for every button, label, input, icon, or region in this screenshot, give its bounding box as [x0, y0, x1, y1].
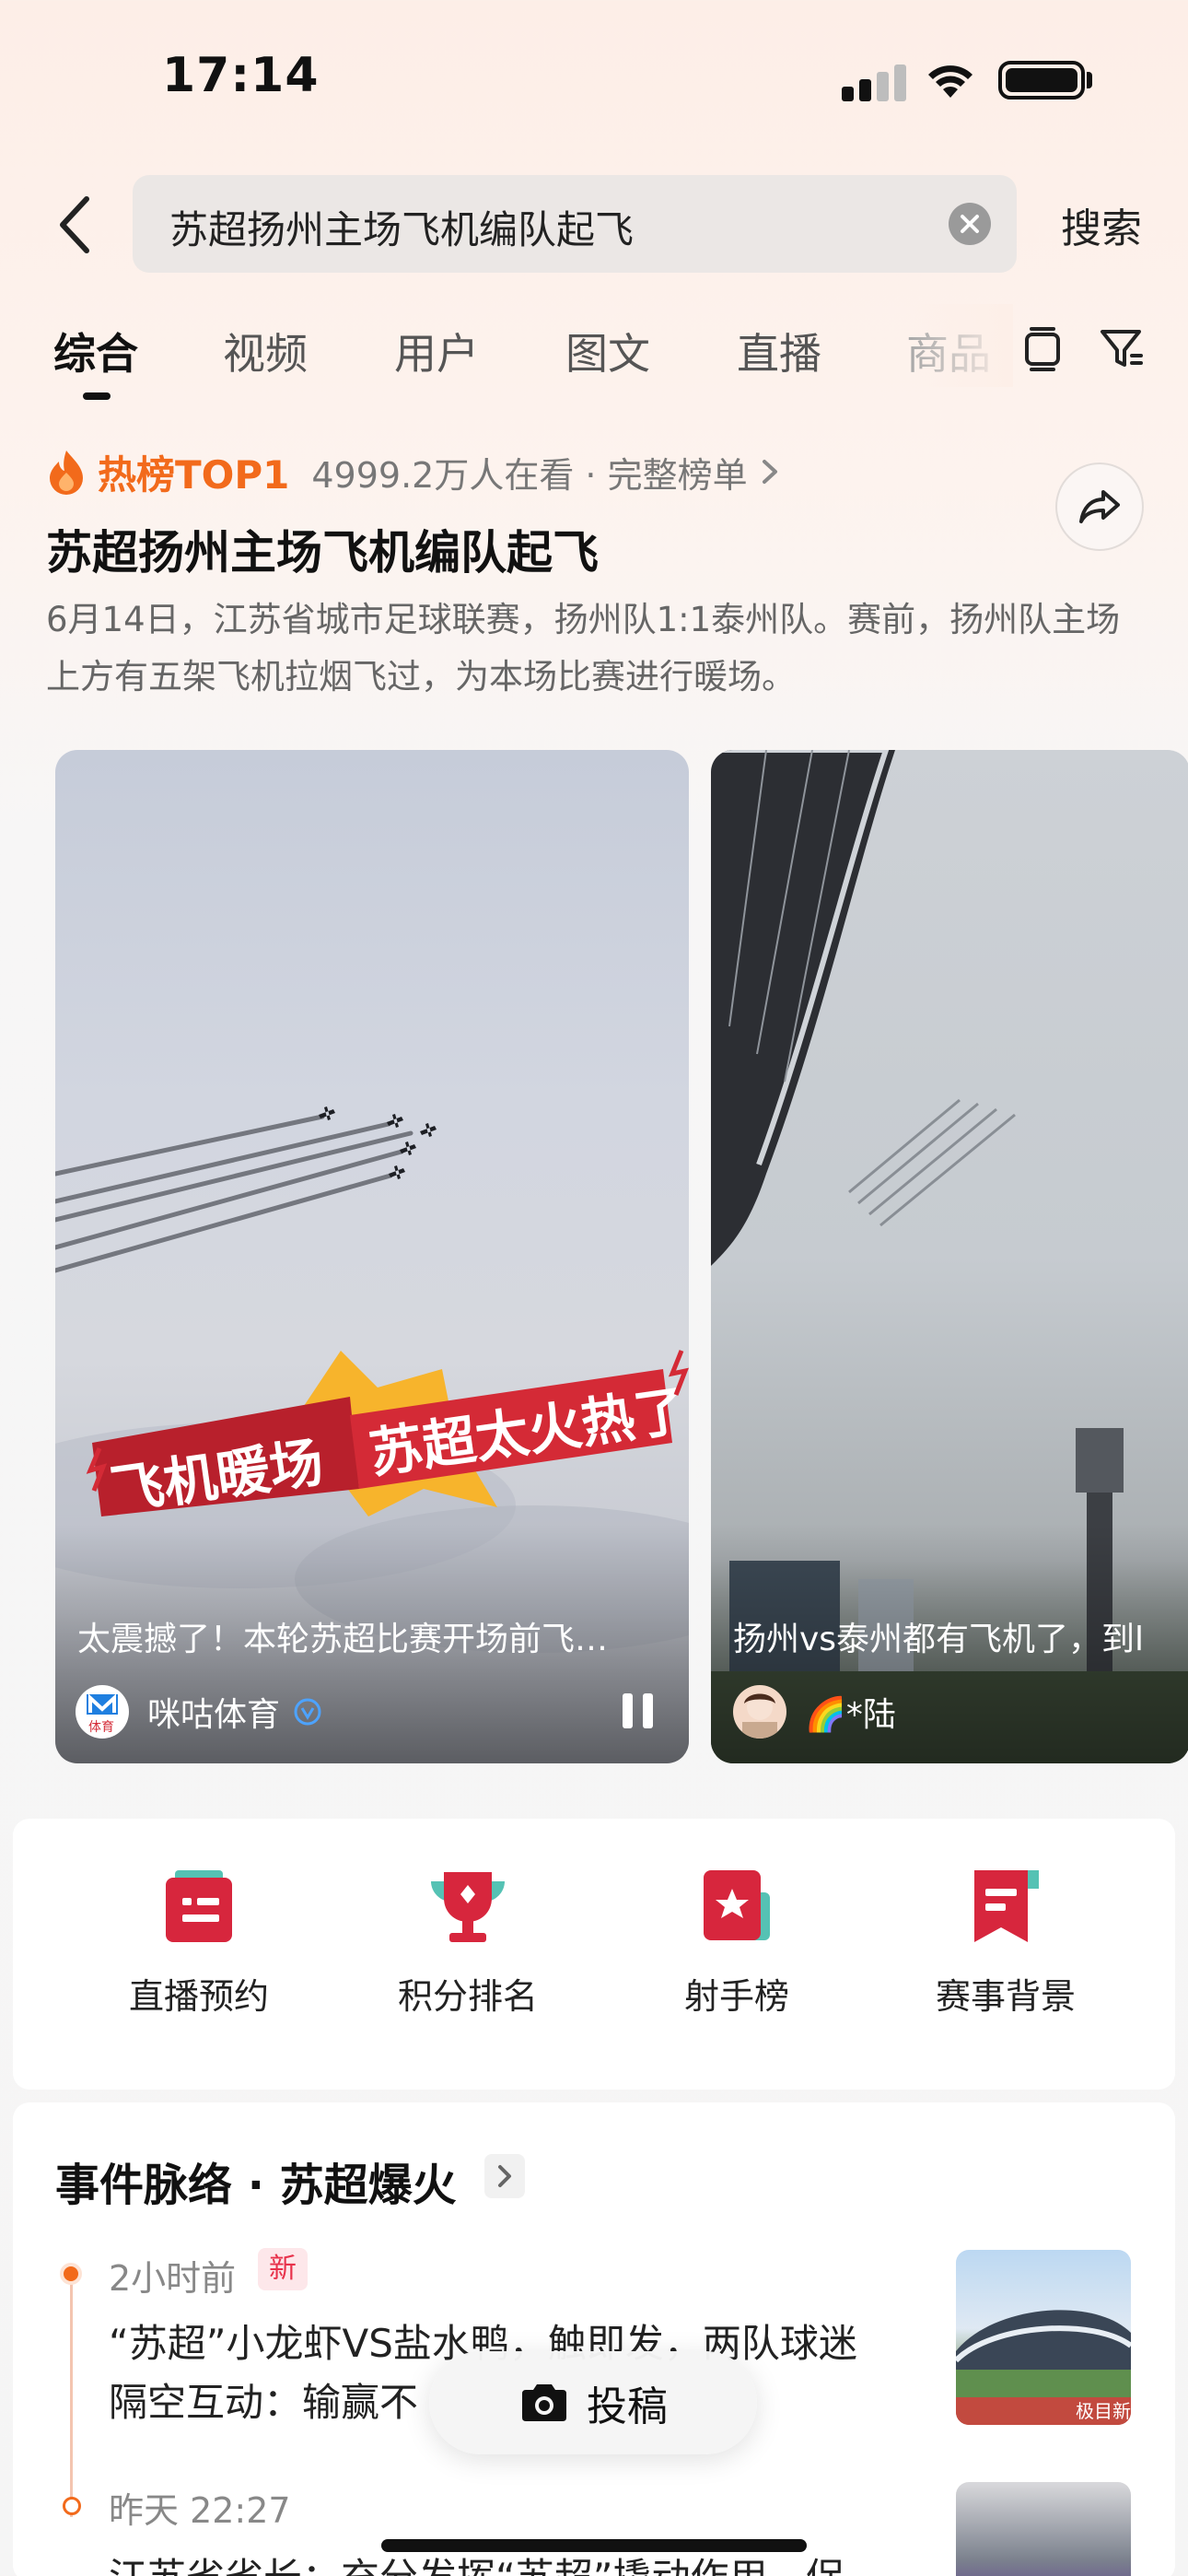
- filter-icon[interactable]: [1096, 322, 1147, 374]
- hot-rank-row[interactable]: 热榜TOP1 4999.2万人在看 · 完整榜单: [46, 444, 783, 499]
- thumbnail-watermark: 极目新: [1076, 2400, 1131, 2422]
- battery-icon: [998, 61, 1085, 100]
- status-time: 17:14: [162, 48, 320, 103]
- result-tabs: 综合 视频 用户 图文 直播 商品: [0, 304, 1188, 405]
- close-icon: [961, 215, 979, 233]
- quick-entry-label: 赛事背景: [935, 1976, 1076, 2017]
- video-caption: 扬州vs泰州都有飞机了，到l: [733, 1621, 1145, 1658]
- flame-icon: [50, 451, 83, 495]
- camera-icon: [522, 2384, 566, 2421]
- quick-entry-label: 直播预约: [128, 1976, 269, 2017]
- event-timeline-header[interactable]: 事件脉络 · 苏超爆火: [55, 2149, 457, 2213]
- post-label: 投稿: [587, 2383, 668, 2430]
- pause-button[interactable]: [623, 1693, 656, 1728]
- avatar: 体育: [76, 1685, 129, 1739]
- video-caption: 太震撼了！本轮苏超比赛开场前飞…: [77, 1621, 609, 1658]
- chevron-right-icon: [762, 460, 777, 484]
- quick-entry-standings[interactable]: 积分排名: [367, 1861, 569, 2019]
- flag-icon: [974, 1870, 1039, 1942]
- author-name: 咪咕体育: [147, 1696, 281, 1734]
- post-button[interactable]: 投稿: [429, 2351, 757, 2454]
- hot-rank-meta: 4999.2万人在看 · 完整榜单: [311, 454, 748, 496]
- timeline-line: [70, 2268, 73, 2517]
- quick-entry-label: 积分排名: [397, 1976, 538, 2017]
- event-headline[interactable]: 江苏省省长：充分发挥“苏超”撬动作用，促: [109, 2548, 938, 2576]
- share-icon: [1079, 490, 1120, 523]
- active-tab-indicator: [83, 392, 111, 400]
- wifi-icon: [928, 65, 973, 98]
- timeline-dot: [60, 2263, 82, 2285]
- search-input[interactable]: 苏超扬州主场飞机编队起飞: [133, 175, 1017, 273]
- share-button[interactable]: [1055, 463, 1144, 551]
- video-author[interactable]: 体育 咪咕体育: [76, 1684, 322, 1739]
- quick-entry-scorers[interactable]: 射手榜: [635, 1861, 838, 2019]
- video-author[interactable]: 🌈*陆: [733, 1684, 896, 1739]
- hot-rank-label: 热榜TOP1: [98, 451, 290, 498]
- event-time: 2小时前: [109, 2258, 237, 2299]
- quick-entry-label: 射手榜: [683, 1976, 789, 2017]
- chevron-right-icon: [498, 2165, 511, 2187]
- trophy-icon: [431, 1872, 505, 1942]
- author-name: 🌈*陆: [805, 1696, 896, 1734]
- tab-users[interactable]: 用户: [394, 321, 479, 381]
- video-card[interactable]: 扬州vs泰州都有飞机了，到l 🌈*陆: [711, 750, 1188, 1763]
- tab-live[interactable]: 直播: [737, 321, 821, 381]
- back-button[interactable]: [48, 182, 103, 267]
- video-card[interactable]: 飞机暖场 苏超太火热了 太震撼了！本轮苏超比赛开场前飞… 体育 咪咕体育: [55, 750, 689, 1763]
- tab-articles[interactable]: 图文: [565, 321, 650, 381]
- new-badge: 新: [258, 2248, 308, 2290]
- quick-entry-panel: 直播预约 积分排名 射手榜 赛事背景: [13, 1819, 1175, 2090]
- calendar-list-icon: [166, 1870, 232, 1942]
- home-indicator[interactable]: [381, 2539, 807, 2552]
- video-promo-banner: 飞机暖场 苏超太火热了: [86, 1350, 689, 1516]
- avatar: [733, 1685, 786, 1739]
- search-query: 苏超扬州主场飞机编队起飞: [169, 207, 635, 252]
- event-timeline-more-button[interactable]: [484, 2154, 525, 2198]
- event-headline-line-1: 江苏省省长：充分发挥“苏超”撬动作用，促: [109, 2548, 938, 2576]
- tab-comprehensive[interactable]: 综合: [53, 321, 138, 381]
- tab-video[interactable]: 视频: [223, 321, 308, 381]
- author-logo-text: 体育: [88, 1720, 114, 1735]
- topic-description: 6月14日，江苏省城市足球联赛，扬州队1:1泰州队。赛前，扬州队主场上方有五架飞…: [46, 600, 1121, 697]
- verified-badge-icon: [294, 1698, 321, 1726]
- topic-title[interactable]: 苏超扬州主场飞机编队起飞: [46, 516, 599, 582]
- star-book-icon: [704, 1870, 770, 1940]
- clear-search-button[interactable]: [949, 203, 991, 245]
- chevron-left-icon: [60, 196, 89, 253]
- quick-entry-live-booking[interactable]: 直播预约: [98, 1861, 300, 2019]
- search-button[interactable]: 搜索: [1061, 195, 1142, 254]
- layout-toggle-icon[interactable]: [1017, 322, 1068, 374]
- event-thumbnail[interactable]: 极目新: [956, 2250, 1131, 2425]
- quick-entry-background[interactable]: 赛事背景: [904, 1861, 1107, 2019]
- event-timeline-panel: 事件脉络 · 苏超爆火 2小时前 新 “苏超”小龙虾VS盐水鸭，触即发，两队球迷…: [13, 2102, 1175, 2576]
- event-thumbnail[interactable]: [956, 2482, 1131, 2576]
- timeline-dot: [63, 2497, 81, 2515]
- cellular-signal-icon: [842, 61, 906, 101]
- status-bar: 17:14: [0, 0, 1188, 157]
- event-time: 昨天 22:27: [109, 2490, 291, 2531]
